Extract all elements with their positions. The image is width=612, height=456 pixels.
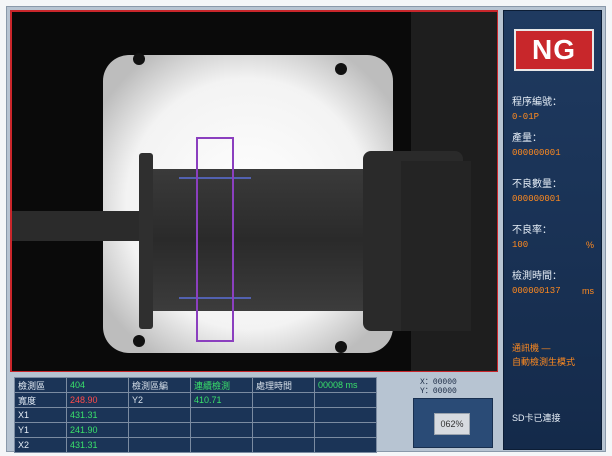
sd-card-status: SD卡已連接 xyxy=(512,413,561,423)
table-cell: 410.71 xyxy=(190,392,253,408)
defect-count-label: 不良數量： xyxy=(512,179,562,190)
defect-rate-stat: 不良率： 100 % xyxy=(512,221,600,250)
output-stat: 產量： 000000001 xyxy=(512,129,600,158)
measurement-table: 檢測區 404 檢測區編 連續檢測 處理時間 00008 ms 寬度 248.9… xyxy=(14,377,377,453)
table-cell: 連續檢測 xyxy=(190,377,253,393)
output-value: 000000001 xyxy=(512,148,561,158)
part-body xyxy=(153,169,363,311)
table-cell: Y1 xyxy=(14,422,67,438)
inspect-time-label: 檢測時間： xyxy=(512,271,562,282)
table-cell: 檢測區 xyxy=(14,377,67,393)
table-cell: 241.90 xyxy=(66,422,129,438)
left-flange xyxy=(139,153,153,329)
x-coord-value: 00000 xyxy=(432,378,457,387)
table-cell xyxy=(128,422,191,438)
table-cell: 寬度 xyxy=(14,392,67,408)
table-cell xyxy=(314,437,377,453)
ng-status-badge: NG xyxy=(514,29,594,71)
table-cell: X2 xyxy=(14,437,67,453)
program-value: 0-01P xyxy=(512,112,540,122)
inspect-time-stat: 檢測時間： 000000137 ms xyxy=(512,267,600,296)
table-cell xyxy=(252,392,315,408)
camera-image xyxy=(11,11,497,371)
status-sidebar: NG 程序編號： 0-01P 產量： 000000001 不良數量： 00000… xyxy=(503,10,602,450)
y-coord-value: 00000 xyxy=(432,387,457,396)
table-cell: 248.90 xyxy=(66,392,129,408)
table-cell xyxy=(190,437,253,453)
table-cell xyxy=(314,392,377,408)
table-row: Y1 241.90 xyxy=(14,422,377,438)
table-row: X1 431.31 xyxy=(14,407,377,423)
table-row: X2 431.31 xyxy=(14,437,377,453)
table-cell xyxy=(190,422,253,438)
table-cell: 431.31 xyxy=(66,407,129,423)
mode-message-line1: 通訊機 — xyxy=(512,343,551,353)
table-cell xyxy=(128,407,191,423)
table-cell: 00008 ms xyxy=(314,377,377,393)
table-cell xyxy=(128,437,191,453)
table-cell: 處理時間 xyxy=(252,377,315,393)
table-cell xyxy=(190,407,253,423)
y-coord-label: Y： xyxy=(420,387,433,396)
defect-count-value: 000000001 xyxy=(512,194,561,204)
table-cell: 431.31 xyxy=(66,437,129,453)
mode-message-line2: 自動檢測生模式 xyxy=(512,357,576,367)
defect-rate-label: 不良率： xyxy=(512,225,552,236)
program-label: 程序編號： xyxy=(512,97,562,108)
x-coord-label: X： xyxy=(420,378,433,387)
camera-view[interactable] xyxy=(10,10,498,372)
table-cell: X1 xyxy=(14,407,67,423)
defect-count-stat: 不良數量： 000000001 xyxy=(512,175,600,204)
table-row: 檢測區 404 檢測區編 連續檢測 處理時間 00008 ms xyxy=(14,377,377,393)
table-cell: 404 xyxy=(66,377,129,393)
zoom-panel: 062% xyxy=(413,398,493,448)
inspect-time-unit: ms xyxy=(582,286,594,296)
table-cell xyxy=(252,422,315,438)
defect-rate-unit: % xyxy=(585,240,594,250)
table-row: 寬度 248.90 Y2 410.71 xyxy=(14,392,377,408)
program-stat: 程序編號： 0-01P xyxy=(512,93,600,122)
table-cell xyxy=(314,407,377,423)
table-cell xyxy=(252,407,315,423)
output-label: 產量： xyxy=(512,133,542,144)
table-cell xyxy=(314,422,377,438)
zoom-button[interactable]: 062% xyxy=(434,413,470,435)
table-cell: Y2 xyxy=(128,392,191,408)
table-cell xyxy=(252,437,315,453)
table-cell: 檢測區編 xyxy=(128,377,191,393)
cursor-coords: X：00000 Y：00000 xyxy=(420,378,457,396)
